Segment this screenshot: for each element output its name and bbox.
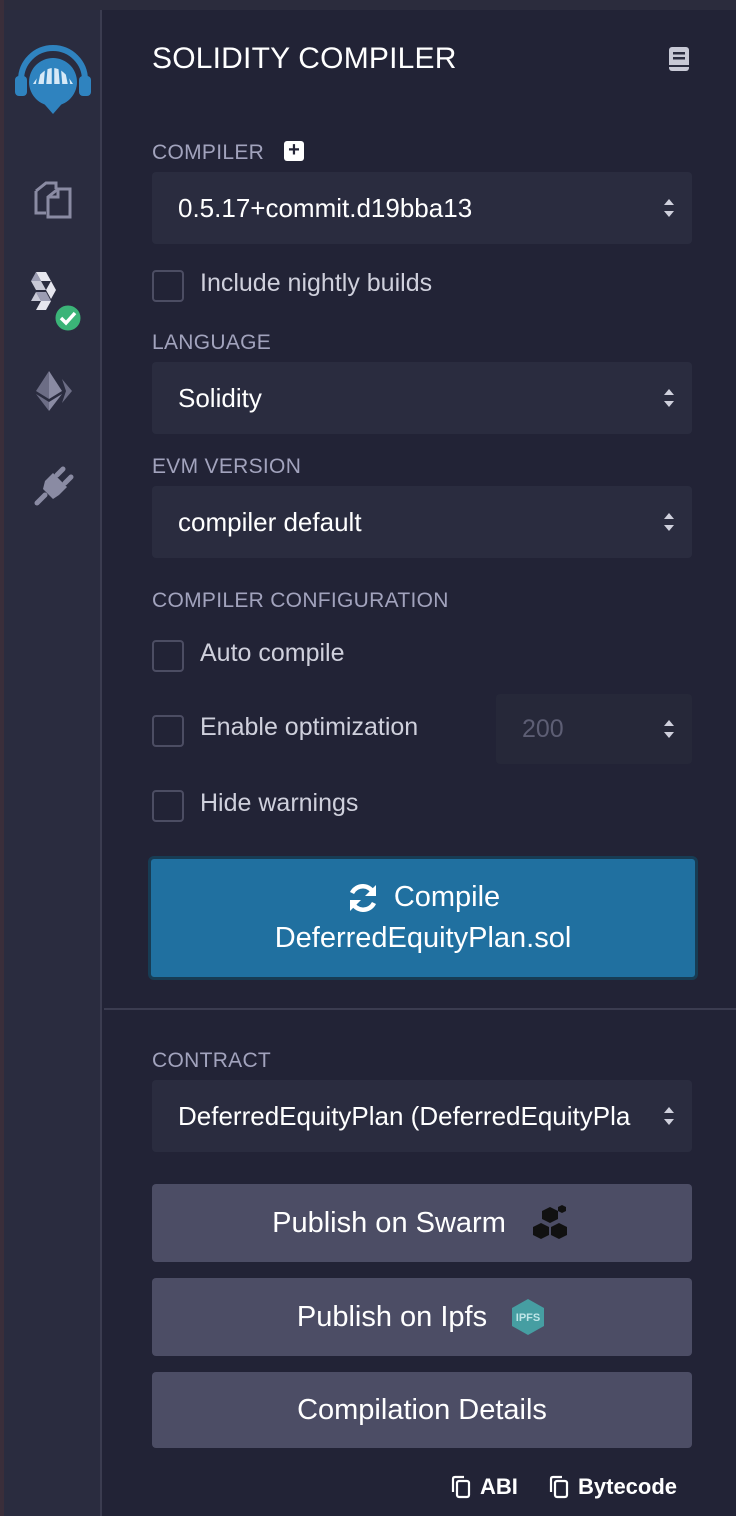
contract-select[interactable]: DeferredEquityPlan (DeferredEquityPla xyxy=(152,1080,692,1152)
optimization-runs-value: 200 xyxy=(522,714,564,743)
evm-version-label: EVM VERSION xyxy=(152,455,302,478)
solidity-compiler-panel: SOLIDITY COMPILER COMPILER + 0.5.17+comm… xyxy=(104,10,736,1516)
plugin-manager-icon[interactable] xyxy=(4,462,102,512)
enable-optimization-label: Enable optimization xyxy=(200,713,419,741)
compiler-version-select[interactable]: 0.5.17+commit.d19bba13 xyxy=(152,172,692,244)
publish-ipfs-button[interactable]: Publish on Ipfs IPFS xyxy=(152,1278,692,1356)
deploy-ethereum-icon[interactable] xyxy=(4,366,102,416)
section-divider xyxy=(104,1008,736,1010)
documentation-icon[interactable] xyxy=(666,46,692,72)
refresh-icon xyxy=(349,883,376,912)
compiler-label: COMPILER xyxy=(152,141,265,164)
publish-ipfs-label: Publish on Ipfs xyxy=(296,1300,488,1333)
select-arrows-icon xyxy=(664,199,674,217)
contract-value: DeferredEquityPlan (DeferredEquityPla xyxy=(178,1100,631,1131)
auto-compile-label: Auto compile xyxy=(200,639,345,667)
bytecode-label: Bytecode xyxy=(578,1474,678,1499)
ipfs-icon: IPFS xyxy=(512,1299,545,1335)
abi-label: ABI xyxy=(480,1474,518,1499)
hide-warnings-checkbox[interactable] xyxy=(152,790,184,822)
panel-title: SOLIDITY COMPILER xyxy=(152,42,457,75)
language-value: Solidity xyxy=(178,382,262,413)
language-label: LANGUAGE xyxy=(152,331,272,354)
compilation-details-label: Compilation Details xyxy=(297,1393,547,1426)
evm-version-value: compiler default xyxy=(178,506,362,537)
swarm-icon xyxy=(532,1205,567,1239)
language-select[interactable]: Solidity xyxy=(152,362,692,434)
stepper-arrows-icon xyxy=(664,720,674,738)
compile-button[interactable]: Compile DeferredEquityPlan.sol xyxy=(148,856,698,980)
contract-label: CONTRACT xyxy=(152,1049,272,1072)
remix-logo-icon[interactable] xyxy=(4,40,102,120)
select-arrows-icon xyxy=(664,513,674,531)
file-explorer-icon[interactable] xyxy=(4,172,102,228)
window-top-bar xyxy=(0,0,736,10)
ipfs-badge-text: IPFS xyxy=(516,1312,540,1324)
solidity-compiler-icon[interactable] xyxy=(4,268,102,334)
copy-icon xyxy=(451,1475,471,1499)
copy-icon xyxy=(549,1475,569,1499)
publish-swarm-label: Publish on Swarm xyxy=(272,1206,506,1239)
copy-abi-link[interactable]: ABI xyxy=(450,1474,518,1500)
copy-bytecode-link[interactable]: Bytecode xyxy=(548,1474,677,1500)
enable-optimization-checkbox[interactable] xyxy=(152,715,184,747)
nightly-builds-label: Include nightly builds xyxy=(200,269,433,297)
evm-version-select[interactable]: compiler default xyxy=(152,486,692,558)
select-arrows-icon xyxy=(664,1107,674,1125)
compile-button-filename: DeferredEquityPlan.sol xyxy=(274,922,572,954)
add-compiler-icon[interactable]: + xyxy=(284,140,304,161)
nightly-builds-checkbox[interactable] xyxy=(152,270,184,302)
compile-button-label: Compile xyxy=(393,881,501,913)
hide-warnings-label: Hide warnings xyxy=(200,789,359,817)
icon-sidebar xyxy=(4,10,102,1516)
publish-swarm-button[interactable]: Publish on Swarm xyxy=(152,1184,692,1262)
select-arrows-icon xyxy=(664,389,674,407)
auto-compile-checkbox[interactable] xyxy=(152,640,184,672)
compiler-configuration-label: COMPILER CONFIGURATION xyxy=(152,589,449,612)
compilation-details-button[interactable]: Compilation Details xyxy=(152,1372,692,1448)
optimization-runs-input[interactable]: 200 xyxy=(496,694,692,764)
compiler-version-value: 0.5.17+commit.d19bba13 xyxy=(178,192,473,223)
